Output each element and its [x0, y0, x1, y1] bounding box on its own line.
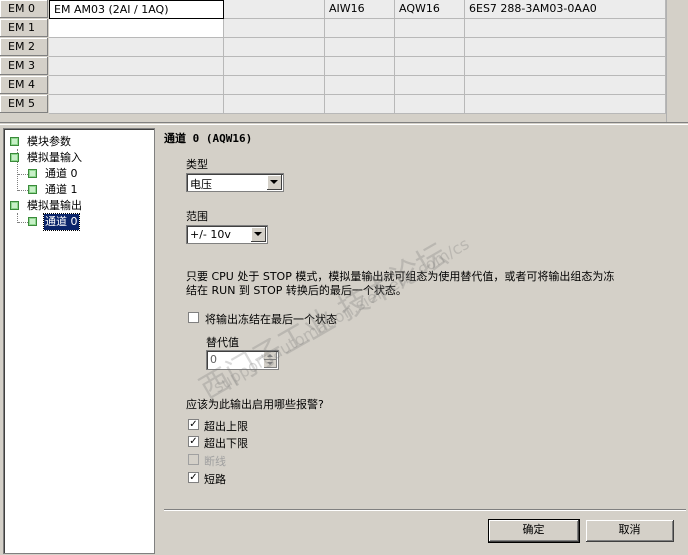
row-header[interactable]: EM 1 — [0, 19, 48, 37]
grid-row-em3[interactable]: EM 3 — [0, 57, 666, 76]
node-icon — [28, 169, 37, 178]
tree-connector — [18, 190, 28, 191]
input-address-cell[interactable] — [325, 57, 395, 76]
node-icon — [28, 217, 37, 226]
blank-cell[interactable] — [224, 19, 325, 38]
blank-cell[interactable] — [224, 95, 325, 114]
alarm-lower-limit-label: 超出下限 — [204, 437, 248, 450]
order-number-cell[interactable] — [465, 19, 666, 38]
blank-cell[interactable] — [224, 57, 325, 76]
grid-vertical-scrollbar[interactable] — [666, 0, 688, 122]
stop-mode-text-line2: 结在 RUN 到 STOP 转换后的最后一个状态。 — [186, 284, 407, 297]
output-address-cell[interactable] — [395, 38, 465, 57]
alarm-lower-limit-checkbox[interactable]: ✓ — [188, 436, 199, 447]
panel-divider — [164, 509, 686, 511]
order-number-cell[interactable] — [465, 76, 666, 95]
alarm-short-circuit-label: 短路 — [204, 473, 226, 486]
node-icon — [10, 137, 19, 146]
freeze-label: 将输出冻结在最后一个状态 — [205, 313, 337, 326]
grid-row-em1[interactable]: EM 1 — [0, 19, 666, 38]
input-address-cell[interactable] — [325, 38, 395, 57]
module-cell[interactable]: EM AM03 (2AI / 1AQ) — [49, 0, 224, 19]
grid-row-em5[interactable]: EM 5 — [0, 95, 666, 114]
chevron-down-icon[interactable] — [267, 175, 282, 190]
type-label: 类型 — [186, 158, 208, 171]
order-number-cell[interactable]: 6ES7 288-3AM03-0AA0 — [465, 0, 666, 19]
module-cell[interactable] — [49, 19, 224, 38]
blank-cell[interactable] — [224, 76, 325, 95]
freeze-checkbox[interactable] — [188, 312, 199, 323]
type-select[interactable]: 电压 — [186, 173, 284, 192]
blank-cell[interactable] — [224, 0, 325, 19]
ok-button[interactable]: 确定 — [488, 519, 580, 543]
module-tree: 模块参数 模拟量输入 通道 0 通道 1 模拟量输出 通道 0 — [3, 128, 155, 554]
alarm-wire-break-label: 断线 — [204, 455, 226, 468]
order-number-cell[interactable] — [465, 95, 666, 114]
substitute-value-stepper[interactable]: 0 — [206, 350, 279, 370]
alarm-upper-limit-checkbox[interactable]: ✓ — [188, 419, 199, 430]
range-select[interactable]: +/- 10v — [186, 225, 268, 244]
row-header[interactable]: EM 0 — [0, 0, 48, 18]
row-header[interactable]: EM 4 — [0, 76, 48, 94]
module-cell[interactable] — [49, 76, 224, 95]
node-icon — [28, 185, 37, 194]
substitute-label: 替代值 — [206, 336, 239, 349]
channel-heading: 通道 0 (AQW16) — [164, 132, 253, 145]
output-address-cell[interactable] — [395, 57, 465, 76]
output-address-cell[interactable] — [395, 95, 465, 114]
output-address-cell[interactable]: AQW16 — [395, 0, 465, 19]
output-address-cell[interactable] — [395, 19, 465, 38]
grid-row-em0[interactable]: EM 0 EM AM03 (2AI / 1AQ) AIW16 AQW16 6ES… — [0, 0, 666, 19]
alarm-short-circuit-checkbox[interactable]: ✓ — [188, 472, 199, 483]
input-address-cell[interactable] — [325, 95, 395, 114]
row-header[interactable]: EM 3 — [0, 57, 48, 75]
output-address-cell[interactable] — [395, 76, 465, 95]
chevron-down-icon[interactable] — [251, 227, 266, 242]
channel-config-panel: 通道 0 (AQW16) 类型 电压 范围 +/- 10v 只要 CPU 处于 … — [156, 128, 686, 552]
input-address-cell[interactable] — [325, 19, 395, 38]
grid-row-em2[interactable]: EM 2 — [0, 38, 666, 57]
grid-row-em4[interactable]: EM 4 — [0, 76, 666, 95]
order-number-cell[interactable] — [465, 57, 666, 76]
cancel-button[interactable]: 取消 — [586, 520, 674, 542]
range-label: 范围 — [186, 210, 208, 223]
row-header[interactable]: EM 5 — [0, 95, 48, 113]
tree-connector — [18, 222, 28, 223]
node-icon — [10, 153, 19, 162]
input-address-cell[interactable] — [325, 76, 395, 95]
spin-up-icon[interactable] — [264, 352, 277, 360]
module-cell[interactable] — [49, 95, 224, 114]
order-number-cell[interactable] — [465, 38, 666, 57]
module-grid: EM 0 EM AM03 (2AI / 1AQ) AIW16 AQW16 6ES… — [0, 0, 666, 116]
row-header[interactable]: EM 2 — [0, 38, 48, 56]
splitter[interactable] — [0, 122, 688, 125]
input-address-cell[interactable]: AIW16 — [325, 0, 395, 19]
module-cell[interactable] — [49, 38, 224, 57]
spin-down-icon[interactable] — [264, 360, 277, 368]
alarm-wire-break-checkbox — [188, 454, 199, 465]
node-icon — [10, 201, 19, 210]
tree-connector — [18, 174, 28, 175]
blank-cell[interactable] — [224, 38, 325, 57]
module-cell[interactable] — [49, 57, 224, 76]
alarm-upper-limit-label: 超出上限 — [204, 420, 248, 433]
alarm-question: 应该为此输出启用哪些报警? — [186, 398, 324, 411]
